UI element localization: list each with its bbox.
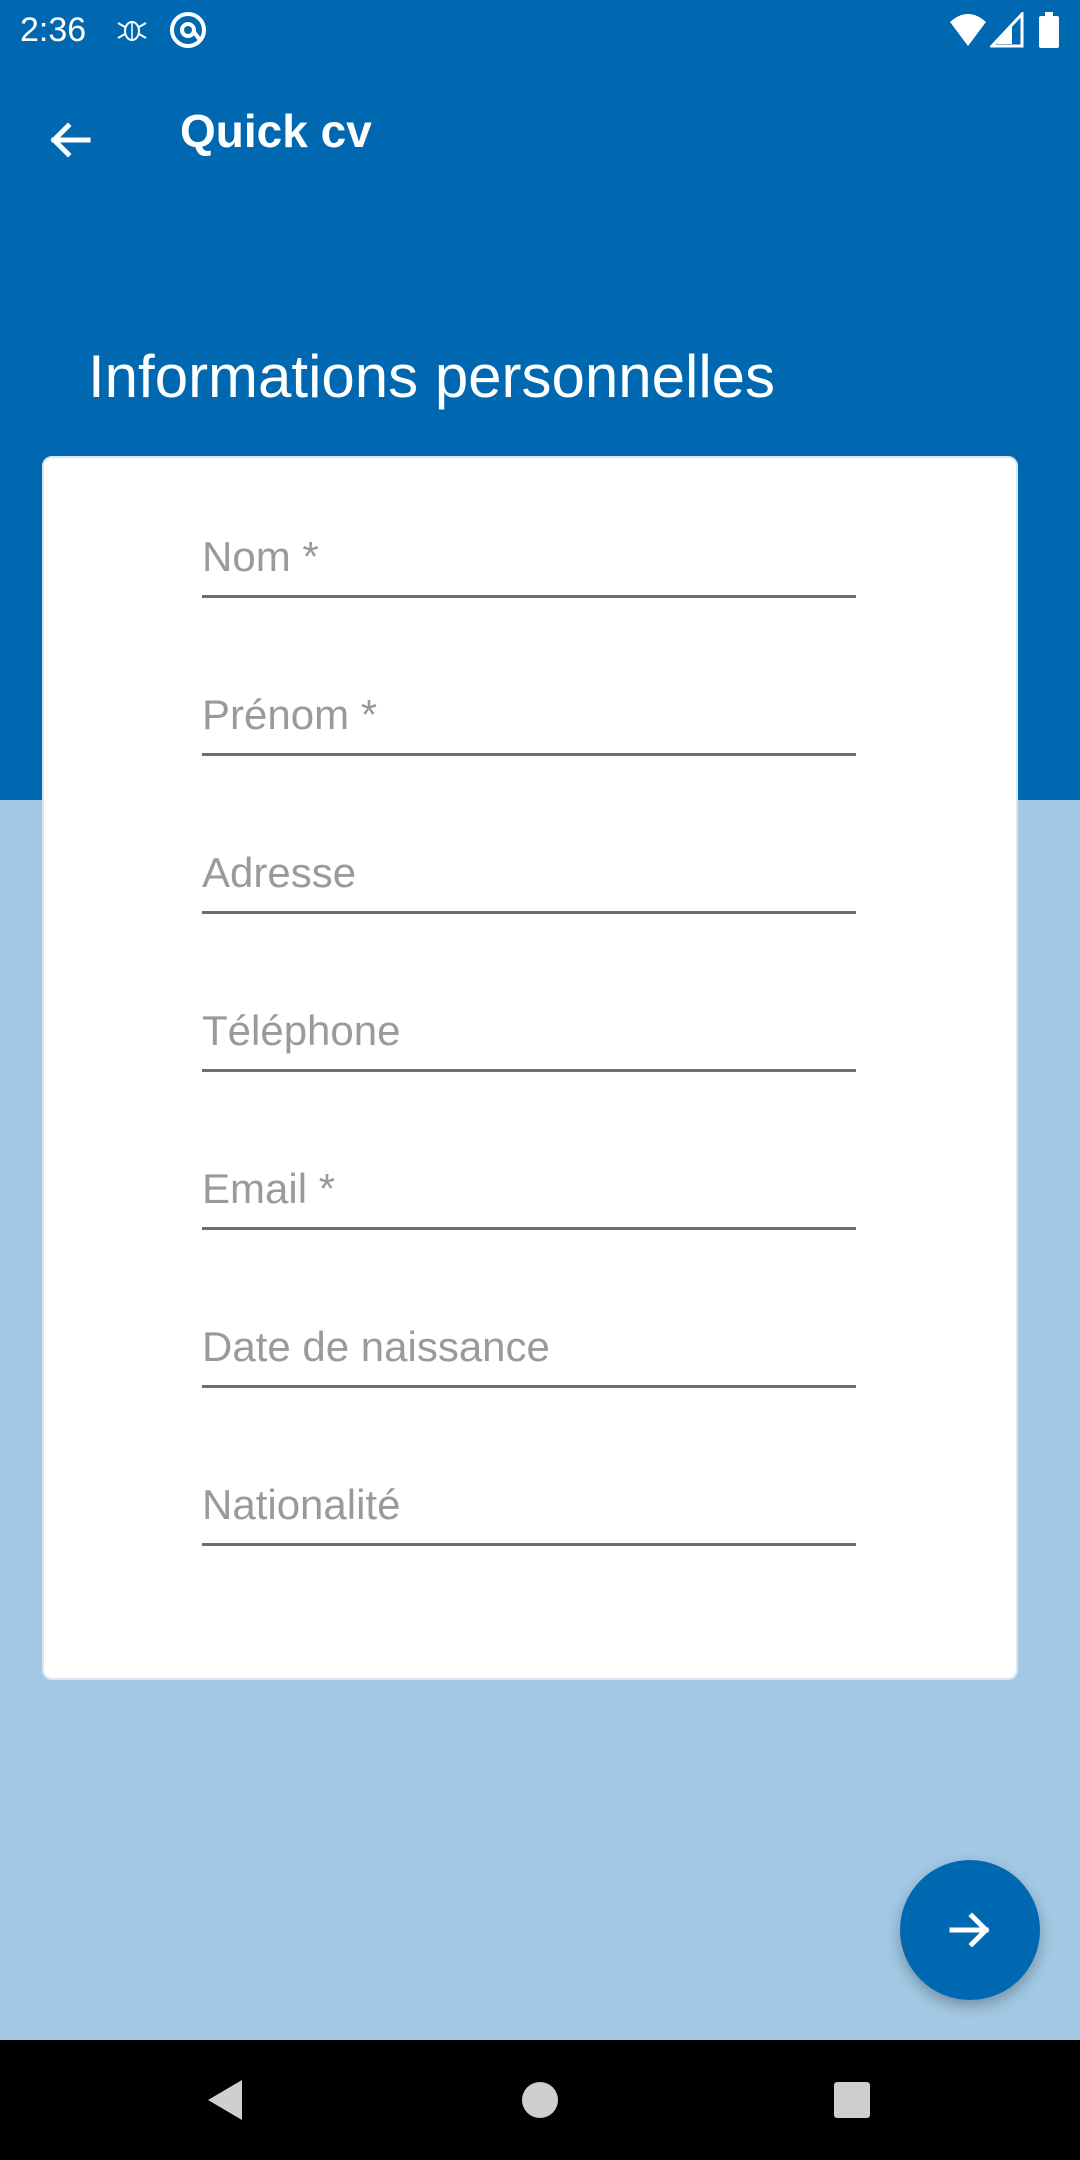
nom-field[interactable] xyxy=(202,518,856,598)
next-button[interactable] xyxy=(900,1860,1040,2000)
battery-icon xyxy=(1038,12,1060,48)
wifi-icon xyxy=(948,12,988,48)
status-bar: 2:36 xyxy=(0,0,1080,60)
nav-home-button[interactable] xyxy=(500,2060,580,2140)
section-title: Informations personnelles xyxy=(88,343,776,410)
adresse-field[interactable] xyxy=(202,834,856,914)
arrow-back-icon xyxy=(50,122,91,158)
app-title: Quick cv xyxy=(180,105,372,157)
email-field[interactable] xyxy=(202,1150,856,1230)
date-de-naissance-field[interactable] xyxy=(202,1308,856,1388)
nav-recents-icon xyxy=(834,2082,870,2118)
nav-back-button[interactable] xyxy=(186,2060,266,2140)
at-sign-icon xyxy=(168,10,208,50)
prenom-field[interactable] xyxy=(202,676,856,756)
nav-recents-button[interactable] xyxy=(812,2060,892,2140)
system-nav-bar xyxy=(0,2040,1080,2160)
nav-home-icon xyxy=(522,2082,558,2118)
cell-signal-icon xyxy=(988,10,1024,48)
app-bar: Quick cv xyxy=(0,60,1080,200)
back-button[interactable] xyxy=(30,100,110,180)
nav-back-icon xyxy=(208,2080,242,2120)
nationalite-field[interactable] xyxy=(202,1466,856,1546)
bug-icon xyxy=(112,10,152,50)
telephone-field[interactable] xyxy=(202,992,856,1072)
personal-info-form xyxy=(42,456,1018,1680)
arrow-forward-icon xyxy=(949,1912,990,1948)
status-time: 2:36 xyxy=(20,11,87,49)
